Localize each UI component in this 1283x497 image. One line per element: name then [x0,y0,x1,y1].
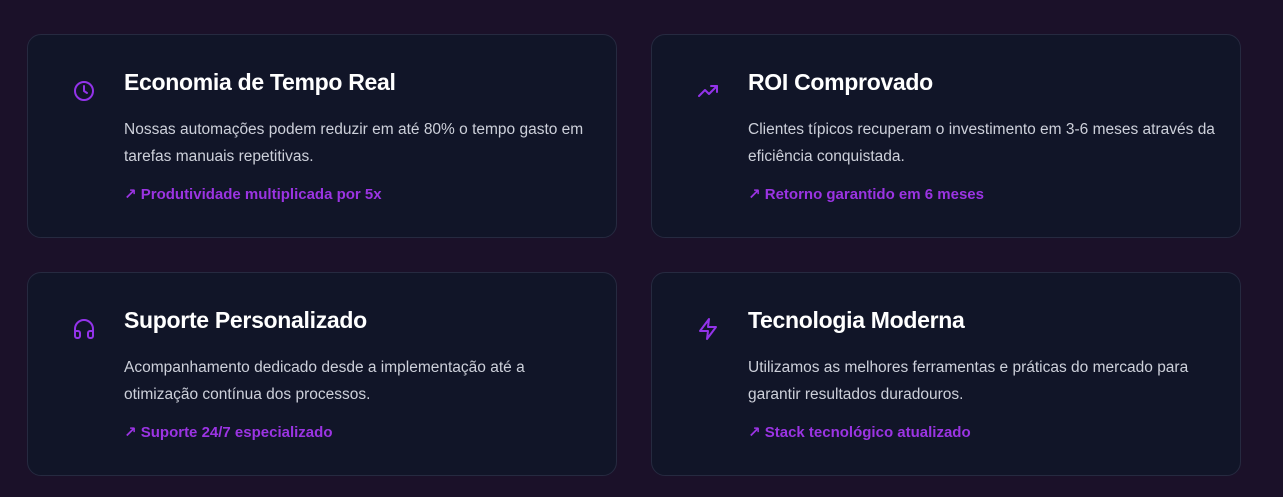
card-description: Nossas automações podem reduzir em até 8… [124,121,584,165]
benefits-section: Economia de Tempo Real Nossas automações… [0,0,1283,497]
lightning-icon [696,317,720,341]
benefit-card-support: Suporte Personalizado Acompanhamento ded… [27,272,617,476]
card-title: Economia de Tempo Real [124,69,396,95]
headphones-icon [72,317,96,341]
benefit-card-technology: Tecnologia Moderna Utilizamos as melhore… [651,272,1241,476]
card-title: Tecnologia Moderna [748,307,965,333]
trending-up-icon [696,79,720,103]
card-highlight: ↗ Produtividade multiplicada por 5x [124,186,382,203]
clock-icon [72,79,96,103]
card-highlight: ↗ Stack tecnológico atualizado [748,424,971,441]
card-title: Suporte Personalizado [124,307,367,333]
card-description: Utilizamos as melhores ferramentas e prá… [748,359,1189,403]
benefit-card-time-savings: Economia de Tempo Real Nossas automações… [27,34,617,238]
card-highlight: ↗ Suporte 24/7 especializado [124,424,333,441]
card-title: ROI Comprovado [748,69,933,95]
benefit-card-roi: ROI Comprovado Clientes típicos recupera… [651,34,1241,238]
card-description: Acompanhamento dedicado desde a implemen… [124,359,525,403]
card-description: Clientes típicos recuperam o investiment… [748,121,1215,165]
card-highlight: ↗ Retorno garantido em 6 meses [748,186,984,203]
